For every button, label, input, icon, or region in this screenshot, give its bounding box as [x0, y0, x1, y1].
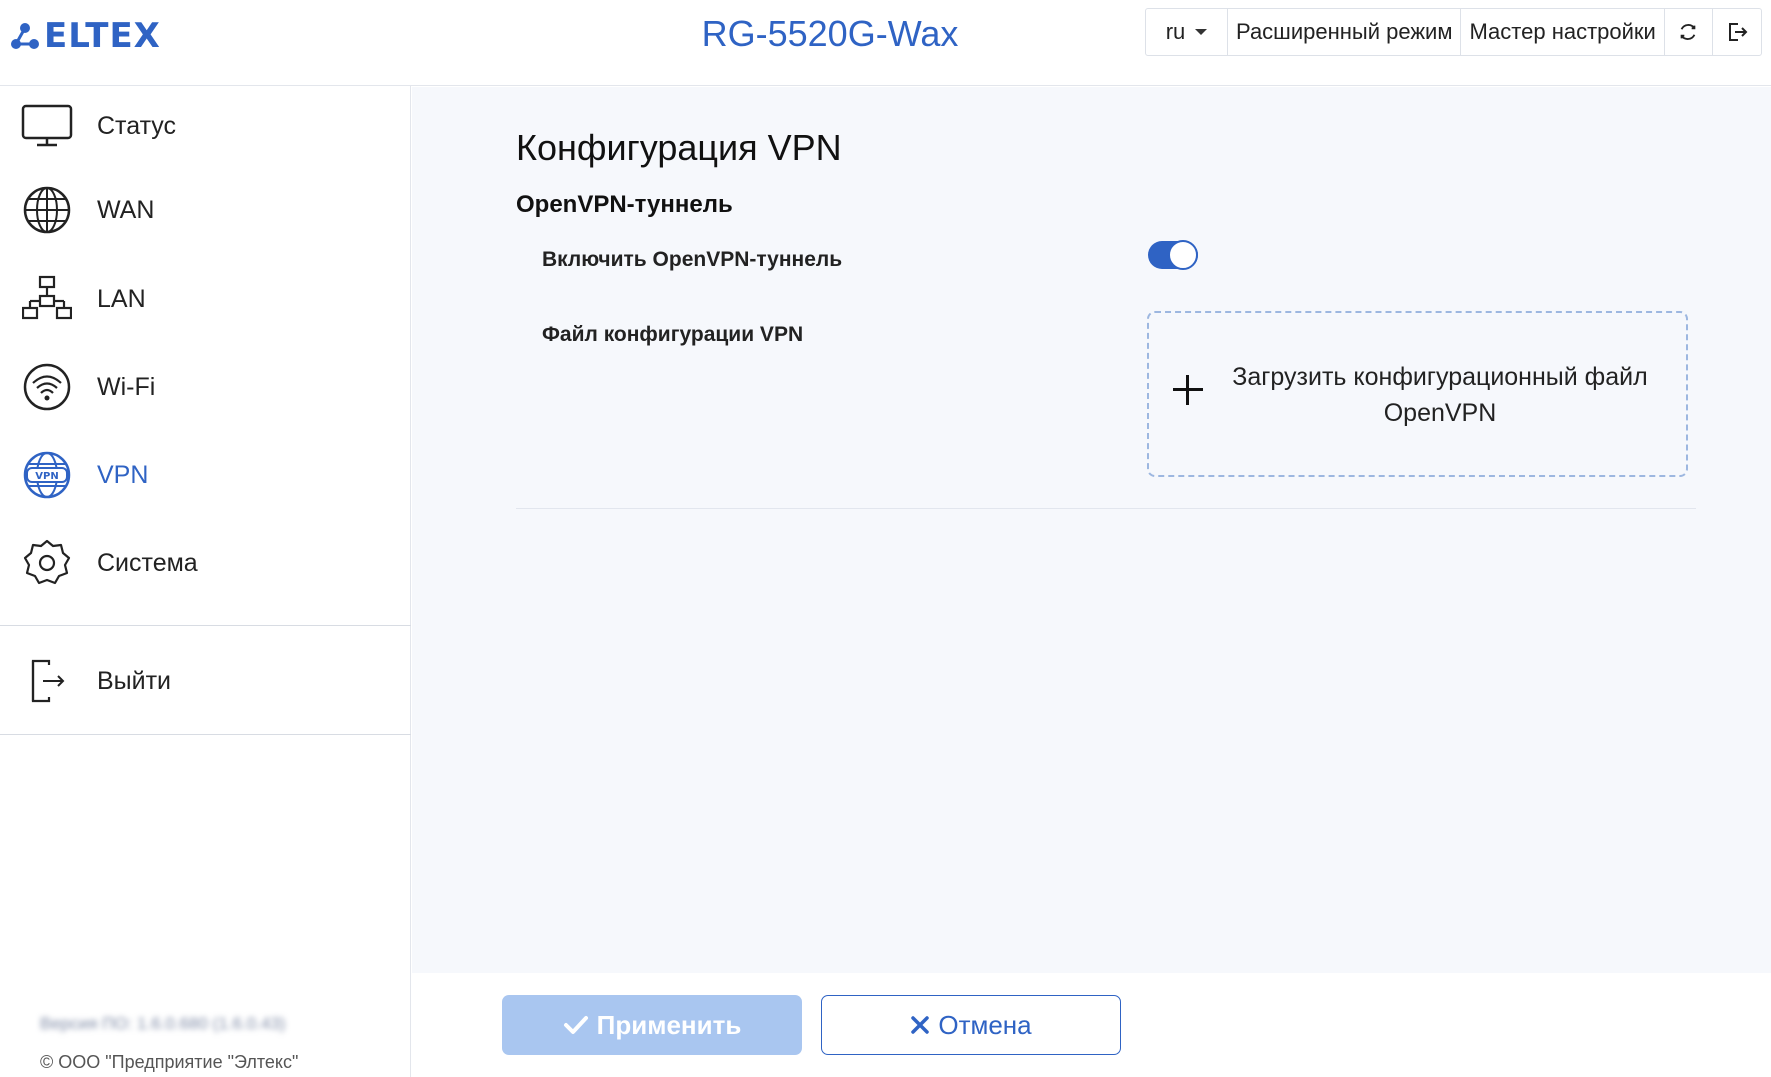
sidebar-item-status[interactable]: Статус [0, 86, 411, 166]
apply-label: Применить [596, 1009, 742, 1040]
sidebar-item-wan[interactable]: WAN [0, 170, 411, 250]
network-icon [20, 272, 74, 326]
logout-button[interactable] [1713, 9, 1761, 55]
gear-icon [20, 536, 74, 590]
cancel-label: Отмена [938, 1009, 1032, 1040]
device-title: RG-5520G-Wax [701, 13, 959, 54]
logo-text: ELTEX [44, 16, 161, 56]
monitor-icon [20, 99, 74, 153]
content-divider [516, 508, 1696, 509]
setup-wizard-button[interactable]: Мастер настройки [1461, 9, 1665, 55]
check-icon [563, 1014, 589, 1036]
apply-button[interactable]: Применить [502, 995, 802, 1055]
logo-mark-icon [11, 23, 39, 49]
footer-actions: Применить Отмена [412, 973, 1771, 1077]
logout-icon [1728, 23, 1748, 41]
sidebar-item-logout[interactable]: Выйти [0, 641, 411, 721]
upload-text: Загрузить конфигурационный файл OpenVPN [1205, 359, 1675, 431]
eltex-logo[interactable]: ELTEX [10, 16, 161, 56]
exit-icon [20, 654, 74, 708]
copyright: © ООО "Предприятие "Элтекс" [40, 1052, 299, 1072]
sidebar-item-lan[interactable]: LAN [0, 259, 411, 339]
wifi-icon [20, 360, 74, 414]
main-content: Конфигурация VPN OpenVPN-туннель Включит… [412, 87, 1771, 973]
sidebar-item-label: LAN [97, 284, 146, 313]
globe-icon [20, 183, 74, 237]
sidebar-item-label: Выйти [97, 666, 172, 695]
header: ELTEX RG-5520G-Wax ru Расширенный режим … [0, 0, 1771, 86]
sidebar-item-label: Wi-Fi [97, 372, 156, 401]
close-icon [910, 1015, 930, 1035]
language-select[interactable]: ru [1146, 9, 1228, 55]
sidebar-item-label: Статус [97, 111, 177, 140]
upload-config-dropzone[interactable]: Загрузить конфигурационный файл OpenVPN [1147, 311, 1688, 477]
sidebar-divider [0, 625, 411, 626]
sidebar-item-vpn[interactable]: VPN VPN [0, 435, 411, 515]
plus-icon [1173, 375, 1203, 405]
enable-openvpn-label: Включить OpenVPN-туннель [542, 248, 843, 271]
refresh-icon [1680, 24, 1696, 40]
section-title: OpenVPN-туннель [516, 191, 733, 218]
svg-text:VPN: VPN [35, 471, 58, 482]
top-menu: ru Расширенный режим Мастер настройки [1145, 8, 1762, 56]
sidebar-item-system[interactable]: Система [0, 523, 411, 603]
upload-text-line1: Загрузить конфигурационный файл [1232, 363, 1648, 391]
page-title: Конфигурация VPN [516, 127, 842, 168]
language-value: ru [1165, 19, 1186, 44]
vpn-globe-icon: VPN [20, 448, 74, 502]
sidebar-item-wifi[interactable]: Wi-Fi [0, 347, 411, 427]
sidebar: Статус WAN LAN Wi-Fi VPN VPN Система Вый… [0, 86, 411, 1077]
cancel-button[interactable]: Отмена [821, 995, 1121, 1055]
advanced-mode-button[interactable]: Расширенный режим [1228, 9, 1462, 55]
firmware-version: Версия ПО: 1.6.0.680 (1.6.0.43) [40, 1014, 286, 1033]
toggle-knob [1168, 240, 1198, 270]
caret-down-icon [1195, 29, 1208, 35]
sidebar-divider [0, 734, 411, 735]
enable-openvpn-toggle[interactable] [1148, 240, 1198, 270]
sidebar-item-label: VPN [97, 460, 149, 489]
sidebar-item-label: Система [97, 548, 198, 577]
upload-text-line2: OpenVPN [1383, 399, 1497, 427]
config-file-label: Файл конфигурации VPN [542, 323, 804, 346]
sidebar-item-label: WAN [97, 195, 155, 224]
refresh-button[interactable] [1665, 9, 1713, 55]
